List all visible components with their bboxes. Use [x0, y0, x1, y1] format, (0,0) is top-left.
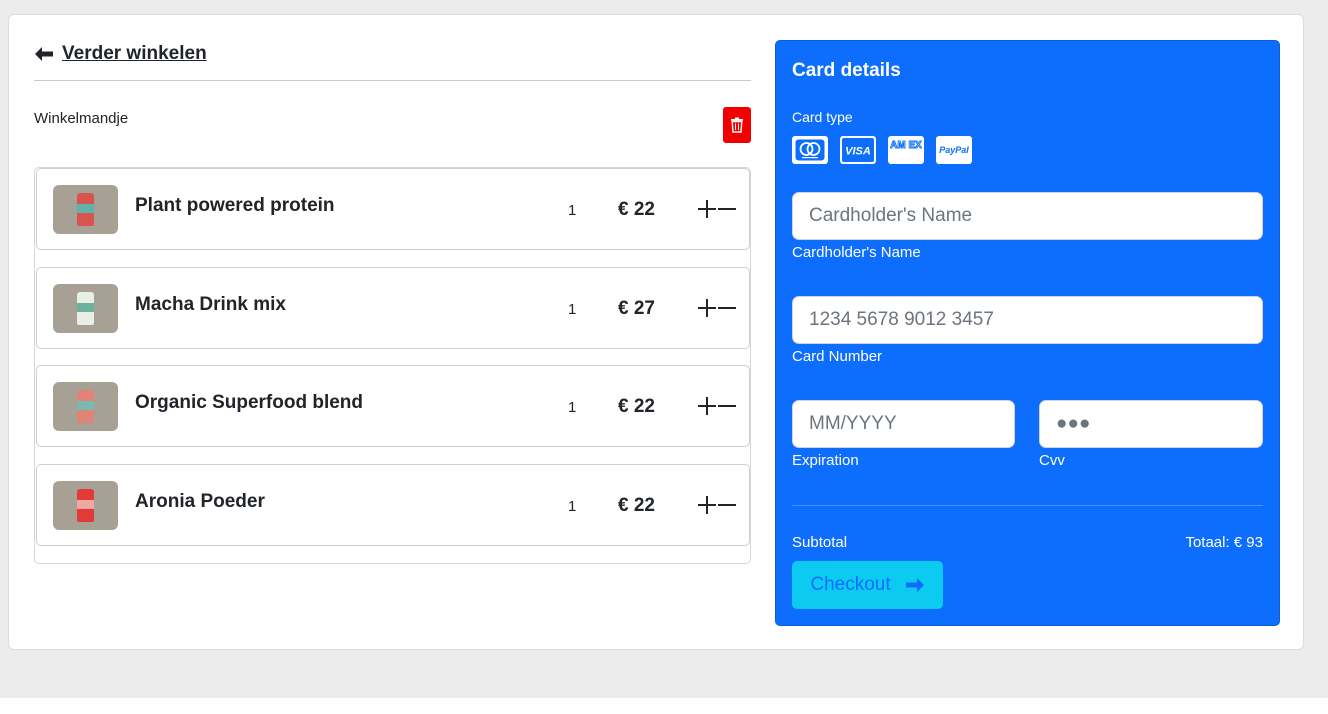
product-name: Organic Superfood blend: [135, 392, 364, 413]
checkout-button[interactable]: Checkout: [792, 561, 943, 609]
cart-title: Winkelmandje: [34, 110, 129, 127]
clear-cart-button[interactable]: [723, 107, 751, 143]
product-pack-image: [77, 489, 94, 522]
cvv-label: Cvv: [1039, 452, 1065, 469]
product-price: € 22: [618, 396, 655, 417]
mastercard-icon[interactable]: [792, 136, 828, 164]
subtotal-label: Subtotal: [792, 534, 848, 551]
increase-quantity-button[interactable]: [697, 194, 717, 224]
svg-text:VISA: VISA: [845, 146, 871, 158]
product-quantity: 1: [568, 498, 577, 515]
payment-panel: Card details Card type VISA AM EX PayPal…: [775, 40, 1280, 626]
product-pack-image: [77, 292, 94, 325]
checkout-label: Checkout: [810, 574, 891, 595]
product-pack-image: [77, 390, 94, 423]
product-quantity: 1: [568, 202, 577, 219]
product-name: Macha Drink mix: [135, 294, 286, 315]
cardholder-name-label: Cardholder's Name: [792, 244, 921, 261]
product-price: € 22: [618, 495, 655, 516]
decrease-quantity-button[interactable]: [717, 490, 737, 520]
amex-text: AM EX: [890, 140, 922, 151]
continue-shopping-link[interactable]: Verder winkelen: [34, 41, 207, 67]
cart-item: Macha Drink mix 1 € 27: [36, 267, 750, 349]
cardholder-name-input[interactable]: [792, 192, 1263, 240]
minus-icon: [718, 307, 736, 309]
cart-list: Plant powered protein 1 € 22 Macha Drink…: [34, 167, 751, 564]
total-amount: Totaal: € 93: [1185, 534, 1263, 551]
decrease-quantity-button[interactable]: [717, 194, 737, 224]
product-quantity: 1: [568, 399, 577, 416]
trash-icon: [731, 117, 743, 133]
visa-icon[interactable]: VISA: [840, 136, 876, 164]
summary-divider: [792, 505, 1263, 506]
cart-item: Aronia Poeder 1 € 22: [36, 464, 750, 546]
plus-icon: [698, 496, 716, 514]
arrow-left-icon: [35, 47, 53, 61]
increase-quantity-button[interactable]: [697, 293, 717, 323]
plus-icon: [698, 299, 716, 317]
product-quantity: 1: [568, 301, 577, 318]
cart-item: Organic Superfood blend 1 € 22: [36, 365, 750, 447]
continue-shopping-label: Verder winkelen: [62, 43, 207, 64]
product-pack-image: [77, 193, 94, 226]
paypal-icon[interactable]: PayPal: [936, 136, 972, 164]
increase-quantity-button[interactable]: [697, 490, 717, 520]
plus-icon: [698, 200, 716, 218]
expiration-label: Expiration: [792, 452, 859, 469]
minus-icon: [718, 405, 736, 407]
product-thumbnail: [53, 382, 118, 431]
cvv-input[interactable]: [1039, 400, 1263, 448]
minus-icon: [718, 504, 736, 506]
product-price: € 27: [618, 298, 655, 319]
payment-title: Card details: [792, 60, 901, 81]
product-thumbnail: [53, 481, 118, 530]
checkout-card: Verder winkelen Winkelmandje Plant power…: [8, 14, 1304, 650]
product-name: Aronia Poeder: [135, 491, 265, 512]
cart-item: Plant powered protein 1 € 22: [36, 168, 750, 250]
header-divider: [34, 80, 751, 81]
card-type-label: Card type: [792, 109, 853, 125]
expiration-input[interactable]: [792, 400, 1015, 448]
card-type-options: VISA AM EX PayPal: [792, 136, 972, 164]
decrease-quantity-button[interactable]: [717, 391, 737, 421]
arrow-right-icon: [905, 578, 924, 592]
product-name: Plant powered protein: [135, 195, 335, 216]
product-thumbnail: [53, 284, 118, 333]
card-number-label: Card Number: [792, 348, 883, 365]
decrease-quantity-button[interactable]: [717, 293, 737, 323]
amex-icon[interactable]: AM EX: [888, 136, 924, 164]
plus-icon: [698, 397, 716, 415]
svg-text:PayPal: PayPal: [939, 145, 969, 155]
card-number-input[interactable]: [792, 296, 1263, 344]
increase-quantity-button[interactable]: [697, 391, 717, 421]
product-thumbnail: [53, 185, 118, 234]
minus-icon: [718, 208, 736, 210]
product-price: € 22: [618, 199, 655, 220]
